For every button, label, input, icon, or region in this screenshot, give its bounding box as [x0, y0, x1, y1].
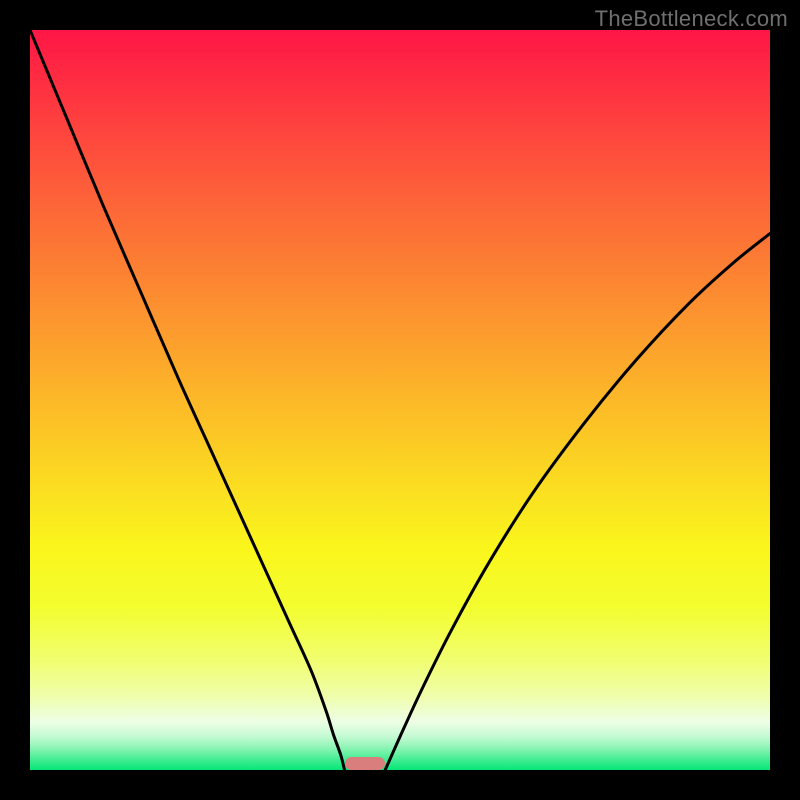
watermark-label: TheBottleneck.com [595, 6, 788, 32]
chart-plot-area [30, 30, 770, 770]
bottleneck-curve-left [30, 30, 345, 770]
app-frame: TheBottleneck.com [0, 0, 800, 800]
optimal-range-marker [345, 757, 386, 770]
bottleneck-curve-right [385, 234, 770, 771]
chart-curve-layer [30, 30, 770, 770]
